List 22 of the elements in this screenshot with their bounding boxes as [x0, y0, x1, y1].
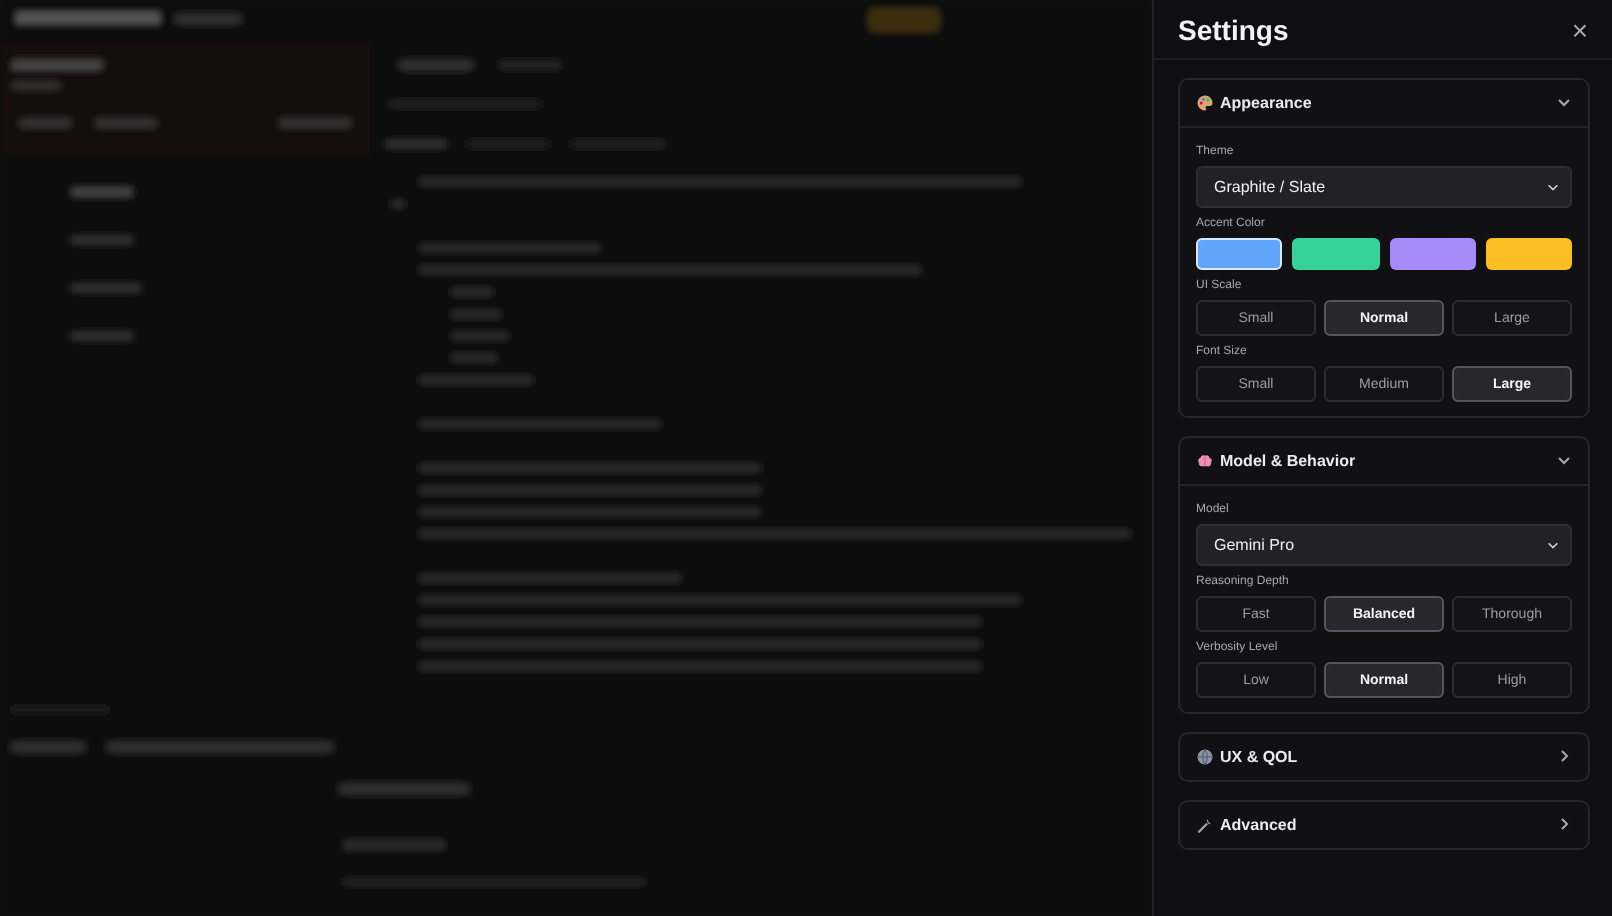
- color-swatch[interactable]: [1389, 238, 1476, 270]
- caret-icon: [1546, 538, 1560, 552]
- section-title: Advanced: [1220, 815, 1299, 833]
- chevron-icon[interactable]: [1556, 452, 1572, 468]
- section-title: Model & Behavior: [1220, 451, 1358, 469]
- chevron-icon[interactable]: [1556, 748, 1572, 764]
- dropdown-field[interactable]: Gemini Pro: [1196, 524, 1572, 566]
- color-swatch[interactable]: [1292, 238, 1379, 270]
- panel-title: Settings: [1178, 13, 1289, 45]
- caret-icon: [1546, 180, 1560, 194]
- chevron-icon[interactable]: [1556, 816, 1572, 832]
- chevron-icon[interactable]: [1556, 94, 1572, 110]
- section-title: Appearance: [1220, 93, 1314, 111]
- globe-icon: [1196, 747, 1214, 765]
- color-swatch[interactable]: [1196, 238, 1283, 270]
- section-title: UX & QOL: [1220, 747, 1300, 765]
- wrench-icon: [1196, 815, 1214, 833]
- close-button[interactable]: ×: [1567, 15, 1592, 43]
- brain-icon: [1196, 451, 1214, 469]
- color-swatch[interactable]: [1485, 238, 1572, 270]
- dropdown-field[interactable]: Graphite / Slate: [1196, 166, 1572, 208]
- palette-icon: [1196, 93, 1214, 111]
